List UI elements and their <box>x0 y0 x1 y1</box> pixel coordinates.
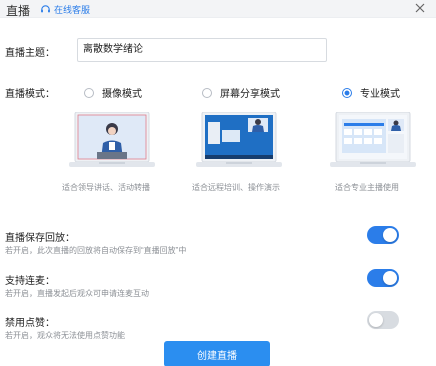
mode-option-camera[interactable]: 摄像模式 <box>84 85 142 100</box>
mode-card-camera[interactable] <box>69 111 155 170</box>
mode-card-professional[interactable] <box>330 111 416 170</box>
replay-setting-title: 直播保存回放： <box>5 233 75 244</box>
mic-link-setting-desc: 若开启，直播发起后观众可申请连麦互动 <box>5 289 149 298</box>
mode-card-screen[interactable] <box>196 111 282 170</box>
replay-toggle[interactable] <box>367 226 399 244</box>
headset-icon <box>41 5 50 13</box>
mode-option-screen[interactable]: 屏幕分享模式 <box>202 85 280 100</box>
likes-setting-title: 禁用点赞： <box>5 318 55 329</box>
likes-setting-desc: 若开启，观众将无法使用点赞功能 <box>5 331 125 340</box>
online-service-label: 在线客服 <box>54 5 91 15</box>
toggle-knob <box>369 313 383 327</box>
replay-setting-desc: 若开启，此次直播的回放将自动保存到“直播回放”中 <box>5 246 187 255</box>
professional-mode-illustration <box>330 111 416 167</box>
dialog-title: 直播 <box>6 4 31 18</box>
mode-caption-professional: 适合专业主播使用 <box>335 183 399 192</box>
dialog-header: 直播 在线客服 <box>0 0 436 18</box>
create-live-button[interactable]: 创建直播 <box>164 341 270 366</box>
mode-option-camera-label: 摄像模式 <box>102 89 142 100</box>
toggle-knob <box>383 228 397 242</box>
radio-button-screen[interactable] <box>202 87 212 98</box>
mode-caption-camera: 适合领导讲话、活动转播 <box>62 183 150 192</box>
toggle-knob <box>383 271 397 285</box>
mode-caption-screen: 适合远程培训、操作演示 <box>192 183 280 192</box>
mode-option-professional-label: 专业模式 <box>360 89 400 100</box>
screen-mode-illustration <box>196 111 282 167</box>
mic-link-toggle[interactable] <box>367 269 399 287</box>
likes-toggle[interactable] <box>367 311 399 329</box>
online-service-link[interactable]: 在线客服 <box>40 3 90 16</box>
mode-label: 直播模式： <box>5 89 55 100</box>
camera-mode-illustration <box>69 111 155 167</box>
mic-link-setting-title: 支持连麦： <box>5 276 55 287</box>
radio-button-professional[interactable] <box>342 87 352 98</box>
topic-label: 直播主题： <box>5 48 55 59</box>
close-icon[interactable] <box>414 2 426 14</box>
topic-input[interactable]: 离散数学绪论 <box>77 38 327 62</box>
mode-option-professional[interactable]: 专业模式 <box>342 85 400 100</box>
mode-option-screen-label: 屏幕分享模式 <box>220 89 280 100</box>
radio-button-camera[interactable] <box>84 87 94 98</box>
